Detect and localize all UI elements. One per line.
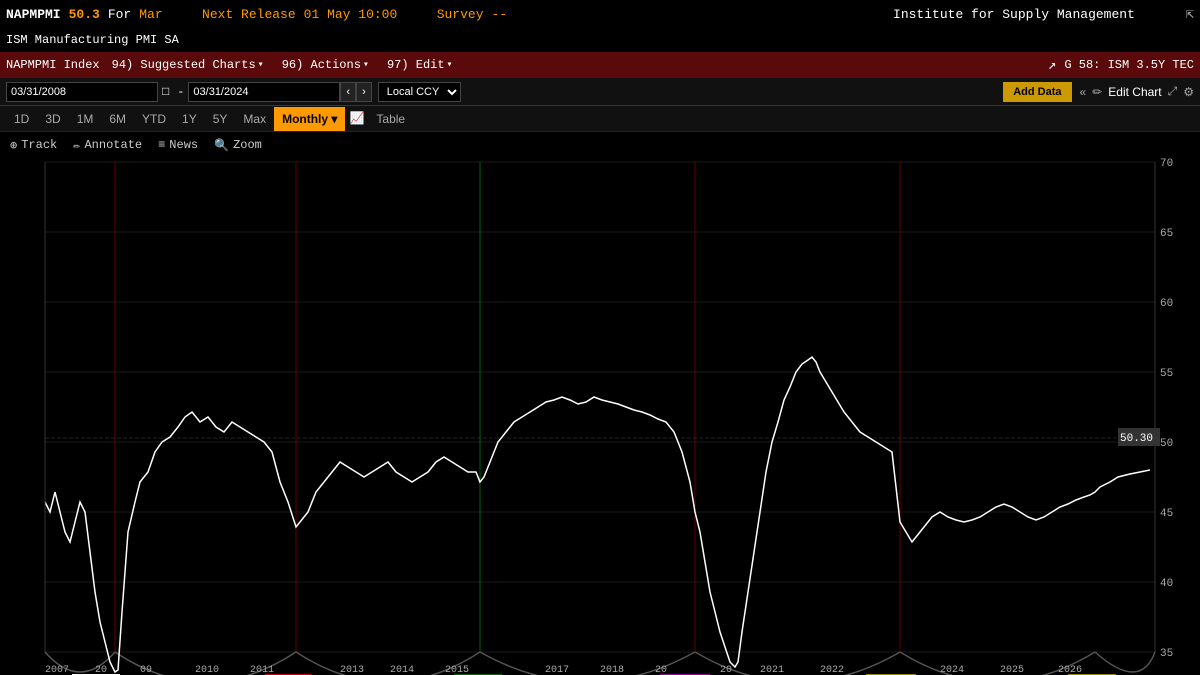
zoom-tool[interactable]: 🔍 Zoom bbox=[214, 138, 262, 153]
menu-right: ↗ G 58: ISM 3.5Y TEC bbox=[1048, 57, 1194, 74]
zoom-label: Zoom bbox=[233, 138, 262, 152]
add-data-button[interactable]: Add Data bbox=[1003, 82, 1071, 102]
period-1m[interactable]: 1M bbox=[69, 107, 102, 131]
svg-text:35: 35 bbox=[1160, 648, 1173, 660]
svg-text:2021: 2021 bbox=[760, 665, 784, 675]
next-release-label: Next Release bbox=[202, 7, 296, 22]
period-6m[interactable]: 6M bbox=[101, 107, 134, 131]
svg-text:40: 40 bbox=[1160, 578, 1173, 590]
ticker-symbol: NAPMPMI bbox=[6, 7, 61, 22]
annotate-label: Annotate bbox=[84, 138, 142, 152]
svg-text:2010: 2010 bbox=[195, 665, 219, 675]
svg-text:09: 09 bbox=[140, 665, 152, 675]
track-label: Track bbox=[21, 138, 57, 152]
svg-text:20: 20 bbox=[95, 665, 107, 675]
period-5y[interactable]: 5Y bbox=[205, 107, 236, 131]
header-row2: ISM Manufacturing PMI SA bbox=[0, 28, 1200, 52]
svg-text:2011: 2011 bbox=[250, 665, 274, 675]
svg-text:2024: 2024 bbox=[940, 665, 964, 675]
survey-label: Survey bbox=[437, 7, 484, 22]
subtitle-label: ISM Manufacturing PMI SA bbox=[6, 33, 179, 47]
svg-text:50: 50 bbox=[1160, 438, 1173, 450]
zoom-icon: 🔍 bbox=[214, 138, 229, 153]
index-label: NAPMPMI Index bbox=[6, 58, 100, 72]
news-label: News bbox=[169, 138, 198, 152]
suggested-charts-arrow: ▾ bbox=[258, 59, 264, 71]
svg-text:2015: 2015 bbox=[445, 665, 469, 675]
ccy-select[interactable]: Local CCY bbox=[378, 82, 461, 102]
edit-menu[interactable]: 97) Edit ▾ bbox=[381, 56, 459, 74]
edit-chart-button[interactable]: Edit Chart bbox=[1108, 85, 1161, 99]
svg-text:2017: 2017 bbox=[545, 665, 569, 675]
menu-bar: NAPMPMI Index 94) Suggested Charts ▾ 96)… bbox=[0, 52, 1200, 78]
actions-menu[interactable]: 96) Actions ▾ bbox=[276, 56, 375, 74]
svg-text:60: 60 bbox=[1160, 298, 1173, 310]
pencil2-icon: ✏ bbox=[73, 138, 80, 153]
track-tool[interactable]: ⊕ Track bbox=[10, 138, 57, 153]
period-1d[interactable]: 1D bbox=[6, 107, 37, 131]
period-3d[interactable]: 3D bbox=[37, 107, 68, 131]
svg-text:2007: 2007 bbox=[45, 665, 69, 675]
for-date: Mar bbox=[139, 7, 162, 22]
date-to-input[interactable] bbox=[188, 82, 340, 102]
period-table[interactable]: Table bbox=[368, 107, 413, 131]
toolbar-right: « ✏ Edit Chart ⤢ ⚙ bbox=[1080, 84, 1194, 99]
period-max[interactable]: Max bbox=[235, 107, 274, 131]
spacer1 bbox=[405, 7, 428, 22]
date-separator: □ bbox=[162, 85, 169, 99]
toolbar: □ - ‹ › Local CCY Add Data « ✏ Edit Char… bbox=[0, 78, 1200, 106]
svg-text:2014: 2014 bbox=[390, 665, 414, 675]
period-1y[interactable]: 1Y bbox=[174, 107, 205, 131]
external-icon[interactable]: ⇱ bbox=[1186, 6, 1194, 23]
prev-btn[interactable]: ‹ bbox=[340, 82, 356, 102]
news-icon: ≡ bbox=[158, 138, 165, 152]
svg-text:65: 65 bbox=[1160, 228, 1173, 240]
svg-text:55: 55 bbox=[1160, 368, 1173, 380]
period-monthly[interactable]: Monthly ▾ bbox=[274, 107, 345, 131]
chart-svg: 70 65 60 55 50 45 40 35 50.30 bbox=[0, 132, 1200, 675]
svg-text:2025: 2025 bbox=[1000, 665, 1024, 675]
prev-icon-btn[interactable]: « bbox=[1080, 85, 1087, 99]
survey-value: -- bbox=[492, 7, 508, 22]
svg-text:50.30: 50.30 bbox=[1120, 433, 1153, 445]
cursor-icon: ⊕ bbox=[10, 138, 17, 153]
edit-arrow: ▾ bbox=[447, 59, 453, 71]
export-icon[interactable]: ↗ bbox=[1048, 57, 1056, 74]
next-btn[interactable]: › bbox=[356, 82, 372, 102]
date-dash: - bbox=[177, 85, 184, 99]
ticker-value: 50.3 bbox=[69, 7, 100, 22]
for-label: For bbox=[108, 7, 131, 22]
header-row1: NAPMPMI 50.3 For Mar Next Release 01 May… bbox=[0, 0, 1200, 28]
svg-text:20: 20 bbox=[720, 665, 732, 675]
institute-label: Institute for Supply Management bbox=[850, 7, 1177, 22]
period-ytd[interactable]: YTD bbox=[134, 107, 174, 131]
news-tool[interactable]: ≡ News bbox=[158, 138, 198, 152]
expand-icon-btn[interactable]: ⤢ bbox=[1168, 84, 1178, 99]
next-release-date: 01 May 10:00 bbox=[304, 7, 398, 22]
period-bar: 1D 3D 1M 6M YTD 1Y 5Y Max Monthly ▾ 📈 Ta… bbox=[0, 106, 1200, 132]
pencil-icon-btn[interactable]: ✏ bbox=[1092, 85, 1102, 99]
svg-text:2018: 2018 bbox=[600, 665, 624, 675]
next-release-spacer bbox=[171, 7, 194, 22]
actions-arrow: ▾ bbox=[363, 59, 369, 71]
date-from-input[interactable] bbox=[6, 82, 158, 102]
svg-text:2026: 2026 bbox=[1058, 665, 1082, 675]
chart-icon[interactable]: 📈 bbox=[349, 111, 364, 126]
svg-text:45: 45 bbox=[1160, 508, 1173, 520]
chart-area: ⊕ Track ✏ Annotate ≡ News 🔍 Zoom bbox=[0, 132, 1200, 675]
svg-text:70: 70 bbox=[1160, 158, 1173, 170]
svg-text:2013: 2013 bbox=[340, 665, 364, 675]
settings-icon-btn[interactable]: ⚙ bbox=[1183, 85, 1194, 99]
g-label: G 58: ISM 3.5Y TEC bbox=[1064, 58, 1194, 72]
chart-toolbar: ⊕ Track ✏ Annotate ≡ News 🔍 Zoom bbox=[0, 132, 1200, 158]
svg-text:2022: 2022 bbox=[820, 665, 844, 675]
svg-text:20: 20 bbox=[655, 665, 667, 675]
suggested-charts-menu[interactable]: 94) Suggested Charts ▾ bbox=[106, 56, 270, 74]
annotate-tool[interactable]: ✏ Annotate bbox=[73, 138, 142, 153]
